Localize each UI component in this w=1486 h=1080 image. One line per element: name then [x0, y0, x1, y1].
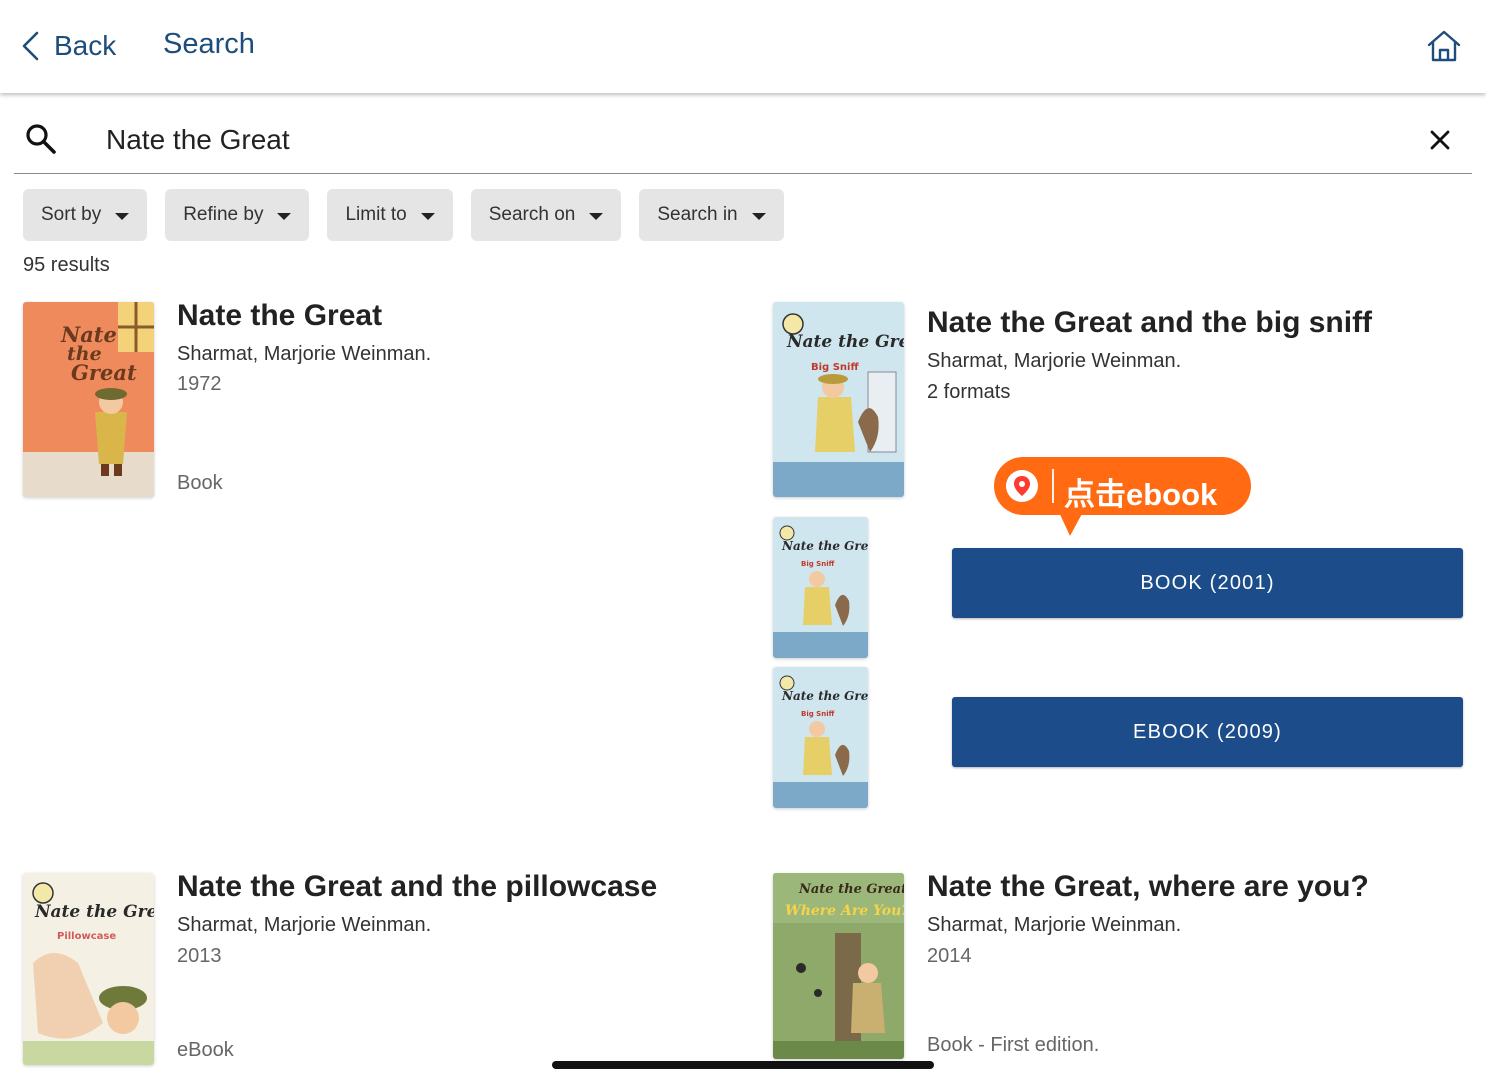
results-count: 95 results	[23, 254, 110, 276]
caret-down-icon	[277, 212, 292, 220]
book-2001-button[interactable]: BOOK (2001)	[952, 548, 1463, 618]
caret-down-icon	[115, 212, 130, 220]
result-format: Book - First edition.	[927, 1034, 1100, 1056]
result-author: Sharmat, Marjorie Weinman.	[927, 914, 1182, 936]
search-input[interactable]	[106, 118, 1386, 162]
home-icon[interactable]	[1424, 26, 1464, 66]
result-title[interactable]: Nate the Great and the pillowcase	[177, 870, 657, 904]
caret-down-icon	[589, 212, 604, 220]
sort-by-dropdown[interactable]: Sort by	[23, 189, 148, 241]
svg-text:Big Sniff: Big Sniff	[801, 710, 835, 718]
search-icon	[26, 124, 56, 154]
search-bar	[14, 106, 1472, 174]
svg-text:Great: Great	[71, 360, 137, 385]
search-in-dropdown[interactable]: Search in	[639, 189, 784, 241]
format-cover[interactable]: Nate the Great Big Sniff	[773, 667, 868, 808]
filter-bar: Sort by Refine by Limit to Search on Sea…	[23, 189, 784, 241]
book-cover[interactable]: Nate the Great Where Are You?	[773, 873, 904, 1059]
result-title[interactable]: Nate the Great and the big sniff	[927, 306, 1372, 340]
result-year: 2014	[927, 945, 972, 967]
book-cover[interactable]: Nate the Great Pillowcase	[23, 873, 154, 1065]
ebook-2009-button[interactable]: EBOOK (2009)	[952, 697, 1463, 767]
caret-down-icon	[751, 212, 766, 220]
result-author: Sharmat, Marjorie Weinman.	[177, 343, 432, 365]
svg-text:Big Sniff: Big Sniff	[811, 362, 859, 373]
format-cover[interactable]: Nate the Great Big Sniff	[773, 517, 868, 658]
result-format-count: 2 formats	[927, 381, 1011, 403]
svg-text:Nate the Great: Nate the Great	[786, 332, 904, 352]
svg-text:Nate the Great: Nate the Great	[781, 539, 868, 553]
svg-text:Nate the Great: Nate the Great	[798, 882, 904, 897]
svg-text:Nate the Great: Nate the Great	[34, 902, 154, 922]
ebook-hint-tooltip: 点击ebook	[994, 457, 1251, 515]
home-indicator	[552, 1061, 934, 1069]
result-year: 1972	[177, 373, 222, 395]
search-on-dropdown[interactable]: Search on	[470, 189, 622, 241]
result-title[interactable]: Nate the Great	[177, 299, 382, 333]
book-cover[interactable]: Nate the Great Big Sniff	[773, 302, 904, 497]
caret-down-icon	[420, 212, 435, 220]
svg-text:Where Are You?: Where Are You?	[785, 903, 904, 919]
book-cover[interactable]: Nate the Great	[23, 302, 154, 497]
limit-to-dropdown[interactable]: Limit to	[327, 189, 453, 241]
refine-by-dropdown[interactable]: Refine by	[165, 189, 310, 241]
result-author: Sharmat, Marjorie Weinman.	[177, 914, 432, 936]
page-title: Search	[163, 28, 255, 60]
svg-text:Pillowcase: Pillowcase	[57, 931, 116, 942]
tooltip-text: 点击ebook	[1064, 477, 1218, 512]
location-pin-icon	[1006, 470, 1038, 502]
result-format: eBook	[177, 1039, 234, 1061]
svg-text:Big Sniff: Big Sniff	[801, 560, 835, 568]
close-icon[interactable]	[1426, 126, 1454, 154]
result-format: Book	[177, 472, 223, 494]
result-year: 2013	[177, 945, 222, 967]
result-title[interactable]: Nate the Great, where are you?	[927, 870, 1369, 904]
divider	[1052, 469, 1054, 503]
chevron-left-icon	[22, 31, 39, 61]
top-bar: Back Search	[0, 0, 1486, 93]
tooltip-tail	[1058, 510, 1084, 536]
back-button[interactable]: Back	[20, 26, 116, 66]
svg-text:Nate the Great: Nate the Great	[781, 689, 868, 703]
back-label: Back	[54, 30, 117, 61]
result-author: Sharmat, Marjorie Weinman.	[927, 350, 1182, 372]
